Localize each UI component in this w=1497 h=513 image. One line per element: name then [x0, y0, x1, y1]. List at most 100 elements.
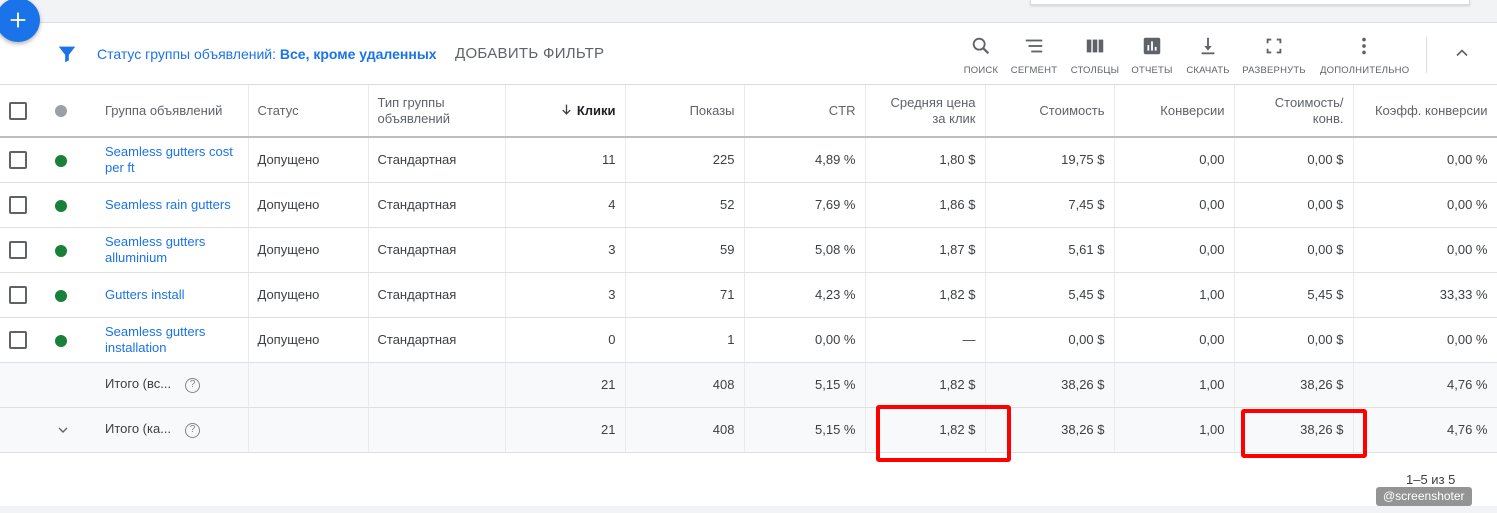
column-header-status[interactable]: Статус [248, 85, 369, 138]
segment-tool-button[interactable]: СЕГМЕНТ [1010, 33, 1058, 76]
conv-rate-cell: 0,00 % [1353, 137, 1497, 183]
impressions-cell: 59 [625, 227, 745, 273]
status-cell: Допущено [248, 317, 369, 363]
totals-expand-cell [46, 407, 96, 453]
more-tool-label: ДОПОЛНИТЕЛЬНО [1320, 65, 1410, 76]
table-row[interactable]: Gutters install Допущено Стандартная 3 71 4,2… [0, 272, 1497, 318]
filter-bar: Статус группы объявлений: Все, кроме уда… [0, 23, 1497, 85]
ad-group-link[interactable]: Seamless rain gutters [105, 197, 239, 213]
column-header-type[interactable]: Тип группы объявлений [368, 85, 506, 138]
totals-empty-cell [0, 407, 46, 453]
conv-rate-cell: 0,00 % [1353, 317, 1497, 363]
row-status-cell [46, 272, 96, 318]
ad-group-link[interactable]: Seamless gutters cost per ft [105, 144, 239, 176]
download-icon [1184, 33, 1232, 59]
cost-cell: 0,00 $ [985, 317, 1115, 363]
search-tool-label: ПОИСК [963, 65, 999, 76]
row-checkbox[interactable] [9, 330, 27, 349]
cost-cell: 5,45 $ [985, 272, 1115, 318]
impressions-cell: 1 [625, 317, 745, 363]
more-tool-button[interactable]: ДОПОЛНИТЕЛЬНО [1320, 33, 1410, 76]
expand-tool-button[interactable]: РАЗВЕРНУТЬ [1242, 33, 1306, 76]
download-tool-button[interactable]: СКАЧАТЬ [1184, 33, 1232, 76]
ad-group-link[interactable]: Seamless gutters alluminium [105, 234, 239, 266]
column-header-ctr[interactable]: CTR [744, 85, 866, 138]
help-icon[interactable]: ? [185, 422, 201, 438]
column-header-group[interactable]: Группа объявлений [96, 85, 249, 138]
top-search-box [1030, 0, 1470, 5]
ad-group-name-cell: Seamless gutters cost per ft [96, 137, 249, 183]
filter-label: Статус группы объявлений: [97, 46, 276, 62]
reports-tool-button[interactable]: ОТЧЕТЫ [1130, 33, 1174, 76]
column-header-cost-conv[interactable]: Стоимость/ конв. [1234, 85, 1354, 138]
cost-cell: 7,45 $ [985, 182, 1115, 228]
ctr-cell: 7,69 % [744, 182, 866, 228]
status-filter-chip[interactable]: Статус группы объявлений: Все, кроме уда… [97, 46, 437, 62]
conv-rate-cell: 33,33 % [1353, 272, 1497, 318]
filter-icon[interactable] [56, 43, 78, 65]
add-filter-button[interactable]: ДОБАВИТЬ ФИЛЬТР [455, 45, 604, 62]
clicks-header-label: Клики [576, 102, 616, 118]
avg-cpc-cell: 1,86 $ [865, 182, 986, 228]
chevron-up-icon[interactable] [1452, 43, 1472, 63]
row-checkbox[interactable] [9, 240, 27, 259]
totals-avg-cpc-cell: 1,82 $ [865, 362, 986, 408]
column-header-conversions[interactable]: Конверсии [1114, 85, 1235, 138]
ad-group-link[interactable]: Seamless gutters installation [105, 324, 239, 356]
cost-conv-cell: 0,00 $ [1234, 227, 1354, 273]
totals-ctr-cell: 5,15 % [744, 362, 866, 408]
search-icon [961, 33, 1001, 59]
totals-cost-conv-cell: 38,26 $ [1234, 407, 1354, 453]
columns-icon [1068, 33, 1122, 59]
watermark: @screenshoter [1376, 487, 1472, 506]
clicks-cell: 3 [505, 272, 626, 318]
table-row[interactable]: Seamless gutters installation Допущено Ста… [0, 317, 1497, 363]
column-header-avg-cpc[interactable]: Средняя цена за клик [865, 85, 986, 138]
table-row[interactable]: Seamless gutters cost per ft Допущено Стан… [0, 137, 1497, 183]
column-header-clicks[interactable]: Клики [505, 85, 626, 138]
table-row[interactable]: Seamless rain gutters Допущено Стандартная… [0, 182, 1497, 228]
more-vert-icon [1320, 33, 1408, 59]
ad-group-name-cell: Seamless gutters alluminium [96, 227, 249, 273]
row-status-cell [46, 227, 96, 273]
status-dot-header [46, 85, 96, 138]
impressions-cell: 71 [625, 272, 745, 318]
status-enabled-dot-icon [55, 244, 67, 257]
help-icon[interactable]: ? [185, 377, 201, 393]
columns-tool-label: СТОЛБЦЫ [1070, 65, 1120, 76]
toolbar-divider [1426, 37, 1427, 73]
conversions-cell: 1,00 [1114, 272, 1235, 318]
conv-rate-cell: 0,00 % [1353, 182, 1497, 228]
row-select-cell [0, 137, 46, 183]
page: Статус группы объявлений: Все, кроме уда… [0, 0, 1497, 513]
totals-cost-cell: 38,26 $ [985, 362, 1115, 408]
totals-conv-rate-cell: 4,76 % [1353, 362, 1497, 408]
totals-cost-conv-cell: 38,26 $ [1234, 362, 1354, 408]
row-checkbox[interactable] [9, 150, 27, 169]
table-header-row: Группа объявлений Статус Тип группы объя… [0, 85, 1497, 138]
row-checkbox[interactable] [9, 285, 27, 304]
ad-group-link[interactable]: Gutters install [105, 287, 239, 303]
row-select-cell [0, 272, 46, 318]
cost-cell: 5,61 $ [985, 227, 1115, 273]
column-header-conv-rate[interactable]: Коэфф. конверсии [1353, 85, 1497, 138]
table-row[interactable]: Seamless gutters alluminium Допущено Станд… [0, 227, 1497, 273]
select-all-checkbox[interactable] [9, 101, 27, 120]
chevron-down-icon[interactable] [55, 422, 71, 438]
conversions-cell: 0,00 [1114, 182, 1235, 228]
reports-tool-label: ОТЧЕТЫ [1131, 65, 1173, 76]
type-cell: Стандартная [368, 272, 506, 318]
column-header-cost[interactable]: Стоимость [985, 85, 1115, 138]
row-checkbox[interactable] [9, 195, 27, 214]
pagination-label: 1–5 из 5 [1406, 472, 1456, 487]
totals-conversions-cell: 1,00 [1114, 407, 1235, 453]
column-header-impressions[interactable]: Показы [625, 85, 745, 138]
type-cell: Стандартная [368, 317, 506, 363]
search-tool-button[interactable]: ПОИСК [961, 33, 1001, 76]
status-enabled-dot-icon [55, 289, 67, 302]
totals-empty-cell [248, 362, 369, 408]
ad-groups-panel: Статус группы объявлений: Все, кроме уда… [0, 22, 1497, 506]
impressions-cell: 52 [625, 182, 745, 228]
columns-tool-button[interactable]: СТОЛБЦЫ [1068, 33, 1122, 76]
cost-conv-cell: 0,00 $ [1234, 317, 1354, 363]
